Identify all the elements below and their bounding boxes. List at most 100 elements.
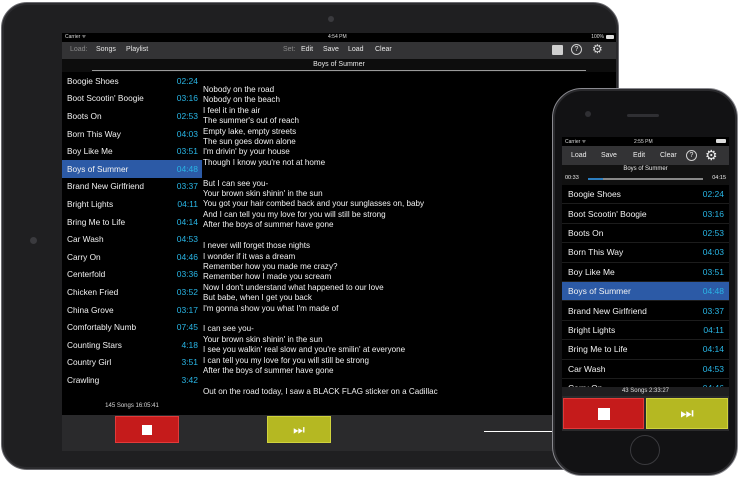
load-set-button[interactable]: Load	[348, 46, 364, 53]
song-duration: 04:46	[176, 251, 198, 262]
song-duration: 04:11	[177, 198, 198, 209]
song-row[interactable]: Boy Like Me 03:51	[62, 142, 202, 160]
phone-home-button[interactable]	[630, 435, 660, 465]
songs-button[interactable]: Songs	[96, 46, 116, 53]
song-row[interactable]: Chicken Fried 03:52	[62, 283, 202, 301]
song-row[interactable]: Crawling 3:42	[62, 371, 202, 389]
phone-next-button[interactable]: ⏭	[646, 398, 728, 429]
phone-song-row[interactable]: Boots On 02:53	[562, 224, 729, 244]
top-toolbar: Load: Songs Playlist Set: Edit Save Load…	[62, 42, 616, 59]
phone-song-duration: 03:51	[702, 266, 724, 277]
phone-progress-bar[interactable]	[588, 178, 703, 180]
phone-song-row[interactable]: Boys of Summer 04:48	[562, 281, 729, 302]
phone-song-duration: 02:24	[702, 189, 724, 200]
iphone-screen: Carrier ᯤ 2:55 PM Load Save Edit Clear ?…	[562, 137, 729, 431]
song-duration: 3:42	[181, 374, 198, 385]
front-camera-icon	[585, 111, 591, 117]
song-title: Brand New Girlfriend	[67, 181, 145, 192]
song-title: Comfortably Numb	[67, 322, 137, 333]
song-row[interactable]: Counting Stars 4:18	[62, 336, 202, 354]
song-row[interactable]: Carry On 04:46	[62, 248, 202, 266]
song-row[interactable]: Bring Me to Life 04:14	[62, 213, 202, 231]
iphone-device: Carrier ᯤ 2:55 PM Load Save Edit Clear ?…	[552, 88, 738, 476]
battery-icon	[606, 35, 614, 39]
phone-song-row[interactable]: Car Wash 04:53	[562, 360, 729, 379]
phone-now-playing-title: Boys of Summer	[623, 166, 668, 172]
list-view-icon[interactable]	[552, 45, 563, 55]
status-bar: Carrier ᯤ 4:54 PM 100%	[62, 33, 616, 42]
phone-song-duration: 03:37	[702, 305, 724, 316]
phone-toolbar: Load Save Edit Clear ? ⚙	[562, 146, 729, 165]
now-playing-bar: Boys of Summer	[62, 59, 616, 72]
song-row[interactable]: Brand New Girlfriend 03:37	[62, 178, 202, 196]
song-row[interactable]: Boot Scootin' Boogie 03:16	[62, 90, 202, 108]
phone-song-title: Boots On	[568, 227, 604, 238]
song-title: Boots On	[67, 110, 102, 121]
phone-song-row[interactable]: Boogie Shoes 02:24	[562, 185, 729, 205]
load-label: Load:	[70, 46, 88, 53]
song-duration: 02:53	[176, 110, 198, 121]
phone-battery-icon	[716, 139, 726, 143]
phone-carrier-label: Carrier ᯤ	[565, 139, 587, 145]
clear-button[interactable]: Clear	[375, 46, 392, 53]
phone-song-count: 43 Songs 2:33:27	[562, 387, 729, 396]
stop-button[interactable]	[115, 416, 179, 443]
song-row[interactable]: Boots On 02:53	[62, 107, 202, 125]
phone-edit-button[interactable]: Edit	[633, 152, 645, 159]
phone-song-title: Bring Me to Life	[568, 344, 628, 355]
song-duration: 4:18	[181, 339, 198, 350]
phone-song-duration: 04:48	[702, 286, 724, 297]
gear-icon[interactable]: ⚙	[592, 42, 603, 56]
next-button[interactable]: ⏭	[267, 416, 331, 443]
phone-song-row[interactable]: Brand New Girlfriend 03:37	[562, 301, 729, 321]
song-row[interactable]: Centerfold 03:36	[62, 266, 202, 284]
song-duration: 03:17	[176, 304, 198, 315]
phone-song-title: Boys of Summer	[568, 286, 631, 297]
stop-icon	[142, 424, 152, 435]
song-row[interactable]: Bright Lights 04:11	[62, 195, 202, 213]
song-count: 145 Songs 16:05:41	[105, 403, 159, 409]
phone-now-playing: Boys of Summer 00:33 04:15	[562, 165, 729, 185]
song-row[interactable]: Boogie Shoes 02:24	[62, 72, 202, 90]
phone-song-row[interactable]: Carry On04:46	[562, 379, 729, 387]
phone-song-row[interactable]: Born This Way 04:03	[562, 243, 729, 263]
song-row[interactable]: Comfortably Numb 07:45	[62, 318, 202, 336]
song-row[interactable]: China Grove 03:17	[62, 301, 202, 319]
camera-icon	[328, 16, 334, 22]
phone-song-row[interactable]: Boot Scootin' Boogie 03:16	[562, 204, 729, 224]
playlist-button[interactable]: Playlist	[126, 46, 148, 53]
song-row[interactable]: Boys of Summer 04:48	[62, 159, 202, 178]
song-title: Centerfold	[67, 269, 106, 280]
phone-stop-icon	[597, 407, 610, 420]
phone-song-row[interactable]: Boy Like Me 03:51	[562, 263, 729, 282]
phone-clear-button[interactable]: Clear	[660, 152, 677, 159]
song-title: Born This Way	[67, 128, 121, 139]
progress-line[interactable]	[92, 70, 586, 71]
phone-load-button[interactable]: Load	[571, 152, 587, 159]
help-icon[interactable]: ?	[571, 44, 582, 55]
phone-gear-icon[interactable]: ⚙	[705, 147, 718, 164]
phone-song-duration: 04:14	[702, 344, 724, 355]
song-title: Boot Scootin' Boogie	[67, 93, 144, 104]
song-title: Crawling	[67, 374, 100, 385]
phone-stop-button[interactable]	[563, 398, 644, 429]
phone-save-button[interactable]: Save	[601, 152, 617, 159]
playback-controls: ⏭	[62, 415, 616, 451]
battery-label: 100%	[591, 34, 604, 40]
phone-song-row[interactable]: Bring Me to Life 04:14	[562, 340, 729, 360]
clock-label: 4:54 PM	[328, 34, 347, 40]
set-label: Set:	[283, 46, 296, 53]
phone-song-row[interactable]: Bright Lights 04:11	[562, 321, 729, 341]
song-row[interactable]: Country Girl 3:51	[62, 354, 202, 372]
song-list: Boogie Shoes 02:24 Boot Scootin' Boogie 03:…	[62, 72, 202, 405]
song-row[interactable]: Born This Way 04:03	[62, 125, 202, 143]
save-button[interactable]: Save	[323, 46, 339, 53]
song-duration: 03:51	[176, 146, 198, 157]
edit-button[interactable]: Edit	[301, 46, 313, 53]
duration-time: 04:15	[712, 175, 726, 181]
song-duration: 04:03	[176, 128, 198, 139]
song-row[interactable]: Car Wash 04:53	[62, 230, 202, 248]
phone-playback-controls: ⏭	[562, 396, 729, 431]
home-button[interactable]	[30, 237, 37, 244]
phone-help-icon[interactable]: ?	[686, 150, 697, 161]
